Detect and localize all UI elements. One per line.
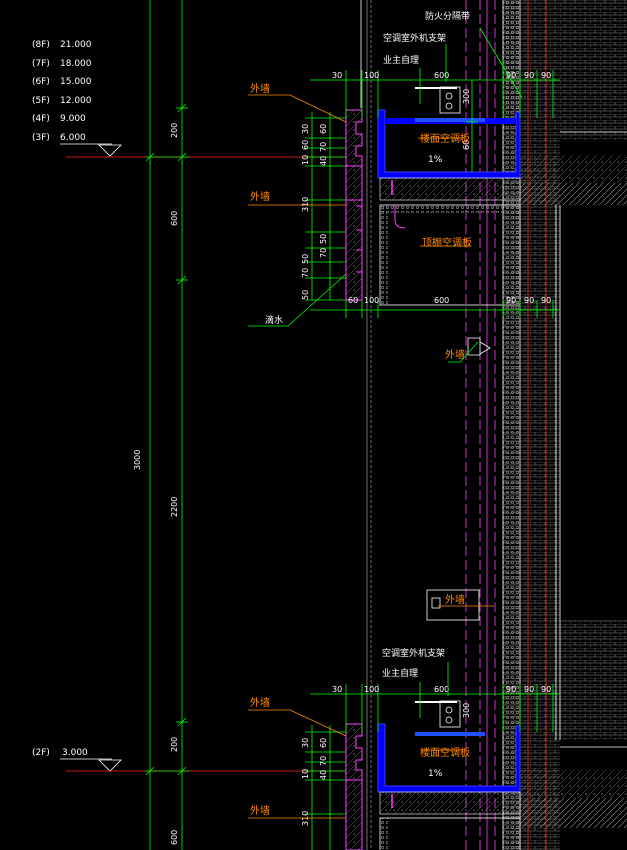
dim-label: 30 bbox=[332, 71, 342, 80]
level-8f: (8F) 21.000 bbox=[32, 40, 92, 50]
level-elevation: 9.000 bbox=[60, 114, 86, 124]
dim-label: 60 bbox=[319, 738, 328, 748]
dim-label: 90 bbox=[541, 71, 551, 80]
dim-label: 30 bbox=[332, 685, 342, 694]
ac-bracket-label-bottom: 空调室外机支架 bbox=[382, 647, 445, 659]
dim-200: 200 bbox=[170, 123, 179, 138]
dim-label: 300 bbox=[462, 703, 471, 718]
dim-label: 90 bbox=[524, 296, 534, 305]
dim-label: 40 bbox=[319, 770, 328, 780]
dim-200b: 200 bbox=[170, 737, 179, 752]
level-elevation: 3.000 bbox=[62, 748, 88, 758]
elevation-marker-icon bbox=[98, 144, 122, 157]
ac-platform-top bbox=[345, 86, 521, 306]
level-floor: (8F) bbox=[32, 40, 50, 50]
vertical-dimensions bbox=[145, 0, 190, 850]
outer-wall-label: 外墙 bbox=[250, 190, 270, 203]
dim-2200: 2200 bbox=[170, 497, 179, 517]
elevation-marker-icon bbox=[98, 759, 122, 772]
level-7f: (7F) 18.000 bbox=[32, 59, 92, 69]
dim-label: 90 bbox=[524, 685, 534, 694]
dim-label: 30 bbox=[301, 738, 310, 748]
level-elevation: 21.000 bbox=[60, 40, 92, 50]
dim-label: 90 bbox=[524, 71, 534, 80]
dim-label: 70 bbox=[301, 268, 310, 278]
level-5f: (5F) 12.000 bbox=[32, 96, 92, 106]
floor-ac-board-label: 楼面空调板 bbox=[420, 132, 470, 145]
dim-label: 70 bbox=[319, 248, 328, 258]
dim-label: 40 bbox=[319, 156, 328, 166]
dim-label: 300 bbox=[462, 89, 471, 104]
outer-wall-label: 外墙 bbox=[250, 696, 270, 709]
dim-label: 10 bbox=[301, 769, 310, 779]
vertical-dim-labels: 3000 200 600 2200 200 600 bbox=[133, 123, 179, 845]
dim-label: 90 bbox=[506, 296, 516, 305]
cad-section-drawing: (8F) 21.000 (7F) 18.000 (6F) 15.000 (5F)… bbox=[32, 0, 627, 850]
ceiling-ac-board-label: 顶棚空调板 bbox=[422, 236, 472, 249]
ac-bracket-label-top: 空调室外机支架 bbox=[383, 32, 446, 44]
outer-wall-symbols bbox=[426, 337, 491, 621]
dim-total: 3000 bbox=[133, 450, 142, 470]
dim-label: 60 bbox=[319, 124, 328, 134]
dim-label: 60 bbox=[348, 296, 358, 305]
level-floor: (3F) bbox=[32, 133, 50, 143]
level-floor: (2F) bbox=[32, 748, 50, 758]
annotations: 防火分隔带 空调室外机支架 业主自理 空调室外机支架 业主自理 滴水 1% 1% bbox=[265, 10, 470, 779]
dim-label: 100 bbox=[364, 685, 379, 694]
left-small-dims: 30 60 60 70 40 10 310 50 70 50 70 50 30 … bbox=[301, 124, 328, 826]
dim-label: 10 bbox=[301, 155, 310, 165]
dim-label: 90 bbox=[541, 685, 551, 694]
level-6f: (6F) 15.000 bbox=[32, 77, 92, 87]
outer-wall-label: 外墙 bbox=[445, 593, 465, 606]
level-floor: (4F) bbox=[32, 114, 50, 124]
facade-line bbox=[360, 0, 372, 850]
dim-label: 100 bbox=[364, 71, 379, 80]
dim-label: 50 bbox=[301, 290, 310, 300]
level-3f: (3F) 6.000 bbox=[32, 133, 86, 143]
dim-label: 600 bbox=[434, 296, 449, 305]
floor-lines bbox=[66, 156, 345, 772]
level-elevation: 15.000 bbox=[60, 77, 92, 87]
dim-label: 90 bbox=[506, 71, 516, 80]
level-4f: (4F) 9.000 bbox=[32, 114, 86, 124]
fire-zone-label: 防火分隔带 bbox=[425, 10, 470, 22]
dim-label: 90 bbox=[541, 296, 551, 305]
dim-label: 50 bbox=[301, 254, 310, 264]
floor-ac-board-label: 楼面空调板 bbox=[420, 746, 470, 759]
dim-label: 50 bbox=[319, 234, 328, 244]
dim-600: 600 bbox=[170, 211, 179, 226]
level-elevation: 12.000 bbox=[60, 96, 92, 106]
slope-label-top: 1% bbox=[428, 155, 443, 165]
level-floor: (6F) bbox=[32, 77, 50, 87]
dim-label: 310 bbox=[301, 197, 310, 212]
level-elevation: 18.000 bbox=[60, 59, 92, 69]
outer-wall-label: 外墙 bbox=[445, 348, 465, 361]
dim-label: 60 bbox=[301, 140, 310, 150]
dim-600b: 600 bbox=[170, 830, 179, 845]
owner-label-top: 业主自理 bbox=[383, 54, 419, 66]
level-floor: (7F) bbox=[32, 59, 50, 69]
dim-label: 90 bbox=[506, 685, 516, 694]
cavity-lines bbox=[465, 0, 496, 850]
dim-label: 600 bbox=[434, 685, 449, 694]
drip-label: 滴水 bbox=[265, 314, 283, 326]
slope-label-bottom: 1% bbox=[428, 769, 443, 779]
dim-label: 100 bbox=[364, 296, 379, 305]
dim-label: 600 bbox=[434, 71, 449, 80]
dim-label: 30 bbox=[301, 124, 310, 134]
owner-label-bottom: 业主自理 bbox=[382, 667, 418, 679]
wall-structure bbox=[502, 0, 627, 850]
elevation-list: (8F) 21.000 (7F) 18.000 (6F) 15.000 (5F)… bbox=[32, 40, 122, 772]
outer-wall-label: 外墙 bbox=[250, 82, 270, 95]
outer-wall-label: 外墙 bbox=[250, 804, 270, 817]
dim-label: 70 bbox=[319, 756, 328, 766]
level-floor: (5F) bbox=[32, 96, 50, 106]
dim-label: 70 bbox=[319, 142, 328, 152]
level-elevation: 6.000 bbox=[60, 133, 86, 143]
level-2f: (2F) 3.000 bbox=[32, 748, 88, 758]
